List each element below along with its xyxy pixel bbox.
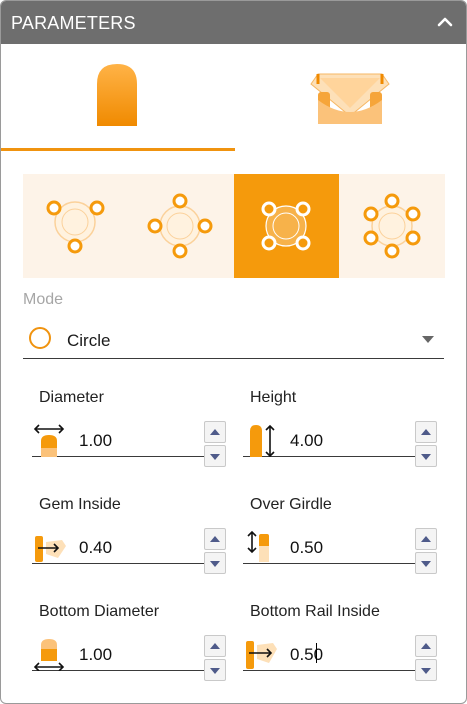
over-girdle-decrement-button[interactable] xyxy=(415,552,437,574)
diameter-field: Diameter 1.00 xyxy=(32,389,228,477)
panel-header: PARAMETERS xyxy=(1,1,466,44)
bottom-rail-inside-field: Bottom Rail Inside 0.50 xyxy=(243,603,439,691)
shape-tabs xyxy=(1,44,466,154)
bottom-diameter-value: 1.00 xyxy=(79,645,113,664)
diameter-icon xyxy=(33,424,65,457)
four-prong-square-pattern-icon xyxy=(261,201,311,251)
three-prong-pattern-icon xyxy=(46,200,105,254)
circle-icon xyxy=(29,327,51,349)
diameter-decrement-button[interactable] xyxy=(204,445,226,467)
gem-setting-icon xyxy=(310,73,390,124)
gem-inside-value: 0.40 xyxy=(79,538,113,557)
gem-inside-field: Gem Inside 0.40 xyxy=(32,496,228,584)
bottom-diameter-spinner xyxy=(204,635,226,681)
height-increment-button[interactable] xyxy=(415,421,437,443)
mode-dropdown[interactable]: Circle xyxy=(23,321,444,359)
prong-shape-icon xyxy=(97,64,137,126)
tab-prong[interactable] xyxy=(1,44,233,154)
panel-title: PARAMETERS xyxy=(11,13,136,33)
mode-value: Circle xyxy=(67,331,111,350)
height-input[interactable]: 4.00 xyxy=(243,419,437,467)
parameters-panel: PARAMETERS Mode Circle Diameter 1.00 Hei… xyxy=(0,0,467,704)
four-prong-diamond-pattern[interactable] xyxy=(128,174,233,278)
height-decrement-button[interactable] xyxy=(415,445,437,467)
bottom-diameter-input[interactable]: 1.00 xyxy=(32,633,226,681)
gem-inside-increment-button[interactable] xyxy=(204,528,226,550)
diameter-spinner xyxy=(204,421,226,467)
four-prong-diamond-pattern-icon xyxy=(147,193,213,259)
gem-inside-label: Gem Inside xyxy=(39,496,121,513)
gem-inside-input[interactable]: 0.40 xyxy=(32,526,226,574)
bottom-rail-inside-increment-button[interactable] xyxy=(415,635,437,657)
chevron-up-icon[interactable] xyxy=(434,11,456,33)
active-tab-indicator xyxy=(1,148,235,151)
six-prong-pattern-icon xyxy=(363,193,421,259)
bottom-rail-inside-spinner xyxy=(415,635,437,681)
diameter-value: 1.00 xyxy=(79,431,113,450)
height-label: Height xyxy=(250,389,297,406)
prong-pattern-strip xyxy=(23,174,445,278)
bottom-diameter-increment-button[interactable] xyxy=(204,635,226,657)
three-prong-pattern[interactable] xyxy=(23,174,128,278)
bottom-diameter-label: Bottom Diameter xyxy=(39,603,160,620)
bottom-diameter-icon xyxy=(33,639,65,671)
gem-inside-spinner xyxy=(204,528,226,574)
diameter-increment-button[interactable] xyxy=(204,421,226,443)
text-cursor xyxy=(316,643,317,663)
height-value: 4.00 xyxy=(290,431,324,450)
height-field: Height 4.00 xyxy=(243,389,439,477)
bottom-rail-inside-icon xyxy=(246,641,277,669)
mode-label: Mode xyxy=(23,291,64,308)
over-girdle-input[interactable]: 0.50 xyxy=(243,526,437,574)
over-girdle-spinner xyxy=(415,528,437,574)
tab-gem-setting[interactable] xyxy=(234,44,466,154)
bottom-rail-inside-value: 0.50 xyxy=(290,645,324,664)
bottom-diameter-decrement-button[interactable] xyxy=(204,659,226,681)
over-girdle-value: 0.50 xyxy=(290,538,324,557)
height-spinner xyxy=(415,421,437,467)
diameter-input[interactable]: 1.00 xyxy=(32,419,226,467)
over-girdle-label: Over Girdle xyxy=(250,496,332,513)
over-girdle-increment-button[interactable] xyxy=(415,528,437,550)
bottom-rail-inside-decrement-button[interactable] xyxy=(415,659,437,681)
dropdown-arrow-icon[interactable] xyxy=(422,336,434,343)
diameter-label: Diameter xyxy=(39,389,104,406)
height-icon xyxy=(250,424,275,457)
bottom-diameter-field: Bottom Diameter 1.00 xyxy=(32,603,228,691)
bottom-rail-inside-label: Bottom Rail Inside xyxy=(250,603,380,620)
over-girdle-icon xyxy=(247,530,269,562)
four-prong-square-pattern[interactable] xyxy=(234,174,339,278)
over-girdle-field: Over Girdle 0.50 xyxy=(243,496,439,584)
bottom-rail-inside-input[interactable]: 0.50 xyxy=(243,633,437,681)
gem-inside-icon xyxy=(35,536,66,562)
gem-inside-decrement-button[interactable] xyxy=(204,552,226,574)
six-prong-pattern[interactable] xyxy=(340,174,445,278)
